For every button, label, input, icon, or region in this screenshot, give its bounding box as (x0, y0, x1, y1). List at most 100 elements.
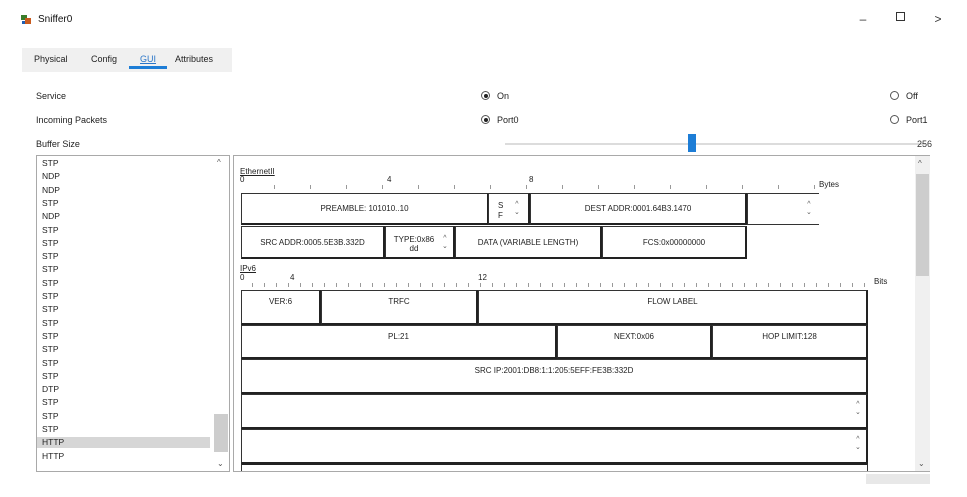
packet-list-item[interactable]: STP (42, 198, 210, 209)
ethernet-ruler-4: 4 (387, 175, 392, 184)
scroll-down-icon[interactable]: ⌄ (217, 459, 224, 468)
ipv6-ruler-12: 12 (478, 273, 487, 282)
port0-radio[interactable] (481, 115, 490, 124)
ipv6-ruler-4: 4 (290, 273, 295, 282)
packet-list-item[interactable]: NDP (42, 185, 210, 196)
packet-list-item[interactable]: STP (42, 371, 210, 382)
pdu-horizontal-scrollbar[interactable] (866, 474, 930, 484)
dest-ip-spinner-icon[interactable]: ^ ⌄ (855, 401, 861, 417)
packet-list-item[interactable]: NDP (42, 211, 210, 222)
ethernet-ruler-0: 0 (240, 175, 245, 184)
ruler-tick (672, 283, 673, 287)
ruler-tick (264, 283, 265, 287)
packet-list-item[interactable]: STP (42, 251, 210, 262)
ruler-tick (828, 283, 829, 287)
ipv6-extra-spinner-icon[interactable]: ^ ⌄ (855, 436, 861, 452)
packet-list-item[interactable]: STP (42, 158, 210, 169)
port1-radio[interactable] (890, 115, 899, 124)
service-off-radio[interactable] (890, 91, 899, 100)
service-on-radio[interactable] (481, 91, 490, 100)
packet-list-item[interactable]: STP (42, 358, 210, 369)
tab-attributes[interactable]: Attributes (175, 54, 213, 64)
packet-list-item[interactable]: STP (42, 397, 210, 408)
pdu-scroll-down-icon[interactable]: ⌄ (918, 459, 925, 468)
ruler-tick (552, 283, 553, 287)
sf-spinner-icon[interactable]: ^ ⌄ (514, 201, 520, 217)
ruler-tick (670, 185, 671, 189)
window-title: Sniffer0 (38, 14, 73, 25)
tab-config[interactable]: Config (91, 54, 117, 64)
packet-list-item[interactable]: STP (42, 264, 210, 275)
ruler-tick (706, 185, 707, 189)
pdu-scroll-thumb[interactable] (916, 174, 929, 276)
packet-list[interactable]: HTTP HTTP STP STP STP DTP STP STP STP STP STP STP ST… (36, 155, 230, 472)
packet-list-item[interactable]: NDP (42, 171, 210, 182)
ruler-tick (418, 185, 419, 189)
ruler-tick (382, 185, 383, 189)
ruler-tick (816, 283, 817, 287)
packet-list-item[interactable]: STP (42, 318, 210, 329)
ruler-tick (300, 283, 301, 287)
next-header-field: NEXT:0x06 (557, 325, 712, 359)
ruler-tick (598, 185, 599, 189)
close-button[interactable]: > (928, 12, 948, 26)
packet-list-item[interactable]: STP (42, 411, 210, 422)
type-spinner-icon[interactable]: ^ ⌄ (442, 235, 448, 251)
ipv6-next-field (241, 463, 868, 471)
pdu-scroll-up-icon[interactable]: ^ (918, 159, 922, 168)
packet-list-item[interactable]: HTTP (37, 437, 210, 448)
ruler-tick (396, 283, 397, 287)
packet-list-item[interactable]: DTP (42, 384, 210, 395)
packet-list-scrollbar[interactable]: ^ ⌄ (213, 156, 229, 471)
ethernet-extra-field: ^ ⌄ (747, 193, 819, 225)
ruler-tick (648, 283, 649, 287)
packet-list-item[interactable]: STP (42, 278, 210, 289)
buffer-size-label: Buffer Size (36, 139, 80, 149)
title-bar: Sniffer0 – > (0, 0, 967, 38)
packet-list-item[interactable]: STP (42, 225, 210, 236)
ruler-tick (742, 185, 743, 189)
service-on-label: On (497, 91, 510, 101)
port1-label: Port1 (906, 115, 928, 125)
ruler-tick (454, 185, 455, 189)
ruler-tick (540, 283, 541, 287)
ruler-tick (636, 283, 637, 287)
packet-list-item[interactable]: STP (42, 424, 210, 435)
sf-field: S F ^ ⌄ (488, 193, 530, 225)
packet-list-item[interactable]: STP (42, 304, 210, 315)
packet-list-item[interactable]: STP (42, 331, 210, 342)
ruler-tick (420, 283, 421, 287)
ruler-tick (480, 283, 481, 287)
ruler-tick (346, 185, 347, 189)
buffer-size-slider-thumb[interactable] (688, 134, 696, 152)
ruler-tick (696, 283, 697, 287)
scroll-up-icon[interactable]: ^ (217, 158, 221, 167)
ethernet-extra-spinner-icon[interactable]: ^ ⌄ (806, 201, 812, 217)
packet-list-item[interactable]: STP (42, 238, 210, 249)
payload-length-field: PL:21 (241, 325, 557, 359)
ruler-tick (276, 283, 277, 287)
packet-list-scroll-thumb[interactable] (214, 414, 228, 452)
ruler-tick (792, 283, 793, 287)
dest-ip-field: ^ ⌄ (241, 394, 868, 429)
ruler-tick (310, 185, 311, 189)
ruler-tick (312, 283, 313, 287)
ruler-tick (526, 185, 527, 189)
ethernet-unit-label: Bytes (819, 180, 840, 189)
ruler-tick (372, 283, 373, 287)
packet-list-item[interactable]: STP (42, 291, 210, 302)
tab-physical[interactable]: Physical (34, 54, 68, 64)
minimize-button[interactable]: – (853, 12, 873, 26)
packet-list-item[interactable]: HTTP (42, 451, 210, 462)
ruler-tick (660, 283, 661, 287)
ruler-tick (768, 283, 769, 287)
tab-bar-empty (232, 48, 957, 72)
type-field: TYPE:0x86 dd ^ ⌄ (385, 226, 455, 259)
packet-list-item[interactable]: STP (42, 344, 210, 355)
ipv6-ruler-0: 0 (240, 273, 245, 282)
pdu-scrollbar[interactable]: ^ ⌄ (915, 156, 930, 471)
tab-gui[interactable]: GUI (140, 54, 156, 64)
buffer-size-slider-track[interactable] (505, 143, 925, 145)
type-bottom: dd (409, 244, 419, 253)
maximize-button[interactable] (890, 10, 910, 24)
